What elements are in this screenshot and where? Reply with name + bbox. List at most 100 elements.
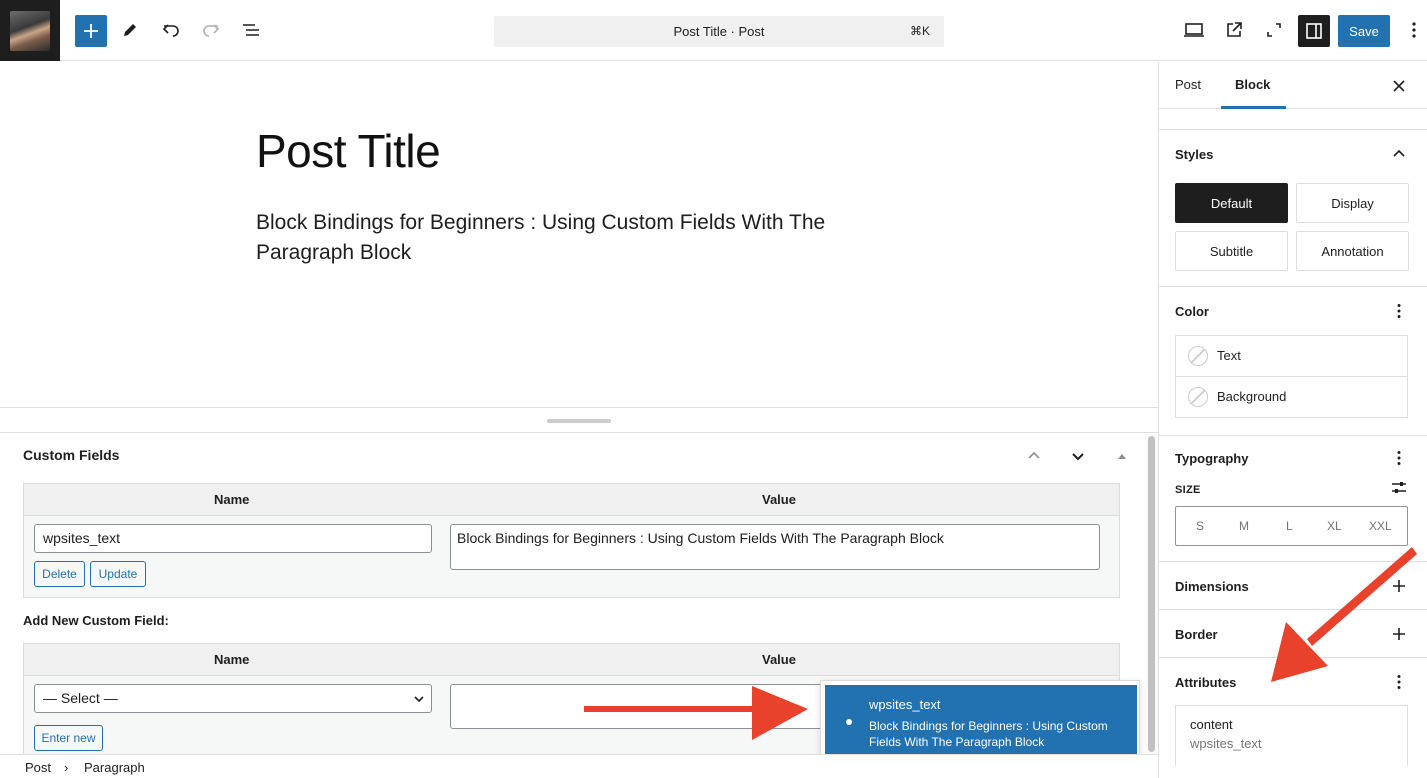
divider [1159,286,1427,287]
meta-key-select[interactable]: — Select — [34,684,432,713]
chevron-up-icon [1028,451,1040,459]
undo-button[interactable] [155,14,187,46]
preview-button[interactable] [1178,14,1210,46]
attributes-options-button[interactable] [1387,670,1411,694]
attribute-binding-item[interactable]: content wpsites_text [1175,705,1408,765]
typography-options-button[interactable] [1387,446,1411,470]
metabox-resize-area [0,407,1158,433]
active-tab-indicator [1221,106,1286,109]
external-link-icon [1227,22,1242,37]
redo-icon [203,24,220,37]
triangle-up-icon [1118,454,1126,459]
more-vertical-icon [1412,22,1416,38]
suggestion-key: wpsites_text [869,697,941,712]
table-row: wpsites_text Block Bindings for Beginner… [24,516,1119,598]
block-inserter-button[interactable] [75,15,107,47]
scrollbar-thumb[interactable] [1148,436,1155,752]
close-sidebar-button[interactable] [1387,74,1411,98]
font-size-label: SIZE [1175,484,1201,496]
suggestion-value: Block Bindings for Beginners : Using Cus… [869,719,1108,749]
background-color-option[interactable]: Background [1176,377,1407,418]
dimensions-add-button[interactable] [1387,574,1411,598]
pencil-icon [124,24,136,36]
breadcrumb-paragraph[interactable]: Paragraph [84,760,145,775]
fullscreen-button[interactable] [1258,14,1290,46]
desktop-icon [1184,23,1204,37]
tab-block[interactable]: Block [1235,77,1270,92]
empty-color-swatch-icon [1188,387,1208,407]
chevron-down-icon [1072,453,1084,461]
select-value: — Select — [43,690,118,706]
toggle-panel-button[interactable] [1112,446,1132,466]
close-icon [1393,80,1405,92]
list-view-icon [243,24,259,36]
settings-sidebar: Post Block Styles Default Display Subtit… [1158,62,1427,778]
meta-value-textarea[interactable]: Block Bindings for Beginners : Using Cus… [450,524,1100,570]
style-subtitle-button[interactable]: Subtitle [1175,231,1288,271]
border-panel-title: Border [1175,627,1218,642]
editor-toolbar: Post Title · Post ⌘K Save [0,0,1427,61]
font-size-xxl[interactable]: XXL [1369,519,1392,533]
site-icon[interactable] [0,0,60,61]
attributes-panel-title: Attributes [1175,675,1237,690]
block-breadcrumb: Post › Paragraph [0,754,1158,778]
plus-icon [1393,628,1405,640]
undo-icon [162,24,179,37]
dimensions-panel-title: Dimensions [1175,579,1249,594]
avatar [10,10,50,51]
options-menu-button[interactable] [1402,14,1426,46]
font-size-l[interactable]: L [1286,519,1293,533]
more-vertical-icon [1397,451,1401,465]
chevron-down-icon [414,696,424,703]
sidebar-tabs: Post Block [1159,62,1427,109]
typography-panel-title: Typography [1175,451,1249,466]
style-default-button[interactable]: Default [1175,183,1288,223]
tab-post[interactable]: Post [1175,77,1201,92]
editor-canvas: Post Title Block Bindings for Beginners … [0,62,1158,407]
font-size-m[interactable]: M [1239,519,1249,533]
sidebar-icon [1306,23,1322,39]
post-title[interactable]: Post Title [256,124,441,178]
style-annotation-button[interactable]: Annotation [1296,231,1409,271]
enter-new-button[interactable]: Enter new [34,725,103,751]
command-palette-bar[interactable]: Post Title · Post ⌘K [494,16,944,47]
styles-collapse-button[interactable] [1387,142,1411,166]
styles-panel-title[interactable]: Styles [1175,147,1213,162]
style-display-button[interactable]: Display [1296,183,1409,223]
border-add-button[interactable] [1387,622,1411,646]
breadcrumb-post[interactable]: Post [25,760,51,775]
metabox-scrollbar[interactable] [1145,434,1158,754]
custom-size-button[interactable] [1387,476,1411,500]
divider [1159,609,1427,610]
empty-color-swatch-icon [1188,346,1208,366]
resize-handle[interactable] [547,419,611,423]
redo-button[interactable] [195,14,227,46]
paragraph-block[interactable]: Block Bindings for Beginners : Using Cus… [256,208,856,268]
color-panel-title: Color [1175,304,1209,319]
divider [1159,561,1427,562]
save-button[interactable]: Save [1338,15,1390,47]
move-up-button[interactable] [1024,446,1044,466]
breadcrumb-separator: › [64,760,69,775]
tools-button[interactable] [114,14,146,46]
document-overview-button[interactable] [235,14,267,46]
attribute-name: content [1190,717,1233,732]
font-size-s[interactable]: S [1196,519,1204,533]
update-button[interactable]: Update [90,561,146,587]
color-options-button[interactable] [1387,299,1411,323]
document-title: Post Title · Post [673,24,765,39]
plus-icon [1393,580,1405,592]
font-size-picker: S M L XL XXL [1175,506,1408,546]
text-color-option[interactable]: Text [1176,336,1407,377]
font-size-xl[interactable]: XL [1327,519,1342,533]
add-new-field-heading: Add New Custom Field: [23,613,169,628]
view-post-button[interactable] [1218,14,1250,46]
delete-button[interactable]: Delete [34,561,85,587]
settings-sidebar-toggle[interactable] [1298,15,1330,47]
command-shortcut: ⌘K [909,24,930,38]
fullscreen-icon [1267,23,1281,37]
meta-key-input[interactable]: wpsites_text [34,524,432,553]
custom-fields-table: Name Value wpsites_text Block Bindings f… [23,483,1120,598]
suggestion-item[interactable]: wpsites_text Block Bindings for Beginner… [825,685,1137,758]
move-down-button[interactable] [1068,446,1088,466]
